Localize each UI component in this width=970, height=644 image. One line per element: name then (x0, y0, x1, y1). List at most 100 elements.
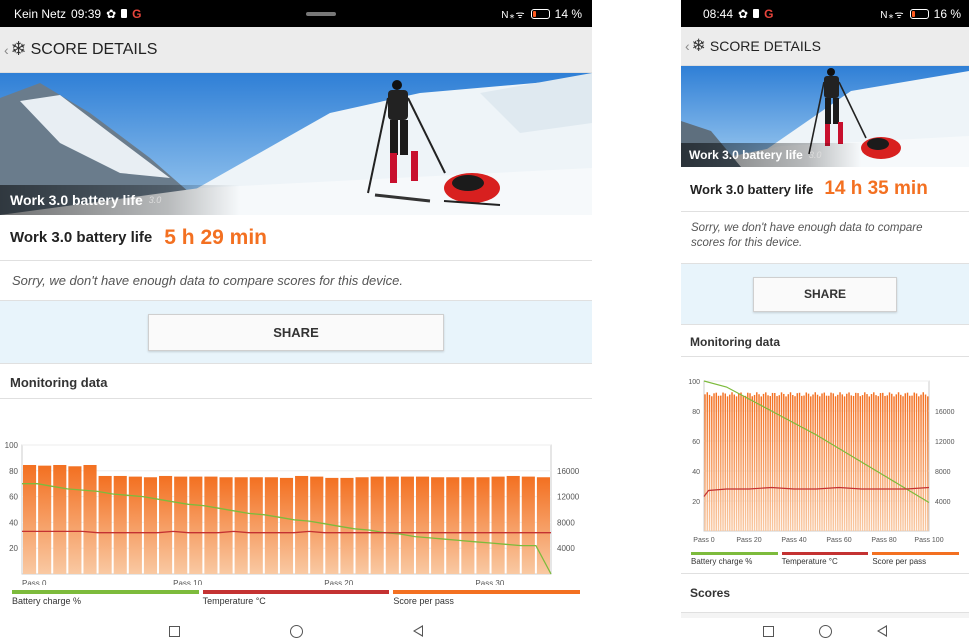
score-bar (877, 396, 879, 531)
score-bar (828, 395, 830, 531)
score-bar (476, 477, 490, 574)
score-bar (715, 392, 717, 531)
system-nav-bar (681, 618, 969, 644)
score-bar (706, 392, 708, 531)
score-bar (823, 392, 825, 531)
score-bar (23, 464, 37, 574)
score-bar (825, 395, 828, 531)
score-bar (749, 393, 751, 531)
connectivity-icons: N⁎ᯤ (880, 9, 905, 21)
score-bar (846, 393, 848, 531)
scores-header: Scores (681, 573, 969, 613)
share-button[interactable]: SHARE (753, 276, 897, 312)
score-bar (843, 396, 846, 531)
score-bar (68, 466, 82, 574)
score-bar (751, 396, 753, 531)
score-bar (801, 395, 803, 531)
y-left-tick-label: 100 (5, 441, 19, 450)
score-bar (234, 477, 248, 574)
snowflake-logo-icon: ❄ (691, 36, 706, 55)
y-right-tick-label: 12000 (935, 439, 955, 446)
score-value: 5 h 29 min (164, 225, 267, 249)
score-bar (834, 396, 837, 531)
score-bar (189, 476, 203, 574)
score-bar (521, 476, 535, 574)
score-bar (864, 392, 866, 531)
score-bar (803, 395, 805, 531)
recents-square-icon[interactable] (763, 625, 774, 637)
score-bar (807, 393, 810, 531)
x-tick-label: Pass 20 (324, 579, 353, 585)
comparison-note-text: Sorry, we don't have enough data to comp… (691, 222, 923, 249)
carrier-text: Kein Netz (14, 6, 67, 21)
score-bar (753, 394, 756, 531)
score-bar (717, 395, 720, 531)
monitoring-header: Monitoring data (0, 363, 592, 399)
home-circle-icon[interactable] (819, 624, 832, 638)
score-bar (915, 393, 918, 531)
score-bar (279, 477, 294, 574)
legend-battery: Battery charge % (691, 552, 778, 566)
hero-image: Work 3.0 battery life 3.0 (0, 73, 592, 215)
notch-handle (306, 11, 337, 16)
score-bar (53, 464, 67, 574)
y-left-tick-label: 80 (692, 409, 700, 416)
score-label: Work 3.0 battery life (690, 181, 814, 197)
score-bar (713, 393, 715, 531)
score-bar (128, 476, 142, 574)
score-bar (461, 477, 475, 574)
recents-square-icon[interactable] (169, 625, 180, 637)
score-bar (830, 392, 832, 531)
gear-icon: ✿ (738, 6, 749, 21)
score-bar (906, 392, 909, 531)
score-bar (922, 392, 924, 531)
monitoring-chart: 100 80 60 40 20 16000 12000 8000 4000 Pass 0 Pass … (681, 357, 969, 573)
score-bar (415, 476, 430, 574)
score-bar (735, 396, 738, 531)
score-bar (740, 392, 742, 531)
score-bar (794, 396, 796, 531)
score-bar (792, 394, 794, 531)
score-bar (747, 392, 749, 531)
score-bar (839, 392, 841, 531)
x-tick-label: Pass 100 (914, 537, 943, 544)
snowflake-logo-icon: ❄ (10, 39, 27, 60)
score-bar (771, 392, 774, 531)
score-bar (506, 475, 520, 574)
y-right-tick-label: 4000 (557, 544, 575, 553)
score-bar (756, 392, 758, 531)
score-bar (819, 396, 821, 531)
score-bar (219, 477, 233, 574)
score-bar (886, 395, 888, 531)
score-bar (295, 475, 309, 574)
score-bar (920, 394, 922, 531)
back-chevron-icon[interactable]: ‹ (4, 42, 9, 58)
hero-caption-text: Work 3.0 battery life (10, 192, 143, 208)
score-bar (837, 394, 839, 531)
score-bar (873, 392, 875, 531)
score-bar (704, 394, 706, 531)
chart-legend: Battery charge % Temperature °C Score pe… (681, 552, 969, 566)
score-row: Work 3.0 battery life 5 h 29 min (0, 215, 592, 261)
score-bar (83, 464, 97, 574)
x-tick-label: Pass 30 (475, 579, 504, 585)
back-chevron-icon[interactable]: ‹ (685, 38, 690, 54)
score-bar (785, 396, 787, 531)
y-left-tick-label: 40 (9, 518, 18, 527)
share-button[interactable]: SHARE (148, 313, 444, 351)
score-bar (204, 476, 218, 574)
score-bar (787, 394, 789, 531)
home-circle-icon[interactable] (290, 624, 303, 638)
score-bar (812, 394, 814, 531)
app-bar: ‹ ❄ SCORE DETAILS (0, 27, 592, 73)
score-bar (385, 476, 399, 574)
battery-percent: 14 % (554, 6, 582, 21)
back-triangle-icon[interactable] (877, 625, 887, 637)
y-right-tick-label: 8000 (557, 518, 575, 527)
back-triangle-icon[interactable] (413, 625, 423, 637)
monitoring-chart: 100 80 60 40 20 16000 12000 8000 4000 Pass 0 Pass … (0, 399, 592, 618)
red-sled (861, 137, 901, 159)
score-row: Work 3.0 battery life 14 h 35 min (681, 167, 969, 212)
score-bar (897, 392, 900, 531)
score-bar (821, 393, 823, 531)
